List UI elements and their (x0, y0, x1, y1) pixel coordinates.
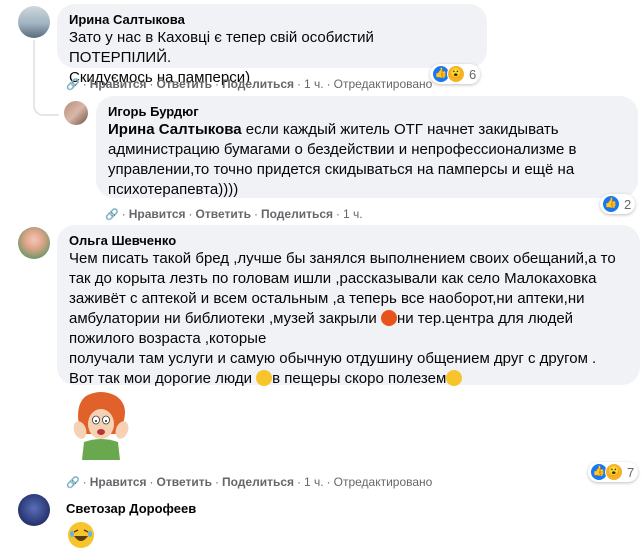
timestamp[interactable]: 1 ч. (343, 207, 363, 221)
link-icon: 🔗 (105, 209, 119, 221)
laughing-emoji-icon (68, 522, 94, 548)
comment-text-line: Вот так мои дорогие люди в пещеры скоро … (69, 369, 628, 389)
share-button[interactable]: Поделиться (261, 207, 333, 221)
share-button[interactable]: Поделиться (222, 475, 294, 489)
comment-text-line: Зато у нас в Каховці є тепер свій особис… (69, 29, 374, 66)
edited-label: Отредактировано (333, 77, 433, 91)
comment-author[interactable]: Игорь Бурдюг (108, 104, 626, 120)
reaction-summary[interactable]: 👍 😮 6 (430, 64, 481, 84)
laughing-face-icon (69, 523, 93, 547)
thinking-emoji-icon (446, 370, 463, 386)
comment-bubble: Ирина Салтыкова Зато у нас в Каховці є т… (57, 4, 487, 86)
link-icon: 🔗 (66, 79, 80, 91)
thread-connector (33, 40, 59, 116)
comment-text-line: так до корыта лезть по головам ишли ,рас… (69, 270, 597, 287)
reaction-count: 2 (624, 196, 632, 212)
comment-actions: 🔗 · Нравится · Ответить · Поделиться · 1 ч. · Отре… (66, 475, 433, 489)
like-button[interactable]: Нравится (90, 475, 147, 489)
lois-sticker-icon (73, 392, 129, 460)
wow-icon: 😮 (605, 463, 623, 481)
reaction-summary[interactable]: 👍 😮 7 (588, 462, 639, 482)
comment-bubble: Игорь Бурдюг Ирина Салтыкова если каждый… (96, 96, 638, 198)
reply-button[interactable]: Ответить (157, 475, 212, 489)
comment-actions: 🔗 · Нравится · Ответить · Поделиться · 1 ч. (105, 207, 363, 221)
comment-author[interactable]: Ольга Шевченко (69, 233, 628, 249)
comment-text-line: амбулатории ни библиотеки ,музей закрыли… (69, 310, 574, 327)
timestamp[interactable]: 1 ч. (304, 475, 324, 489)
comment-text-line: Чем писать такой бред ,лучше бы занялся … (69, 250, 616, 267)
share-button[interactable]: Поделиться (222, 77, 294, 91)
comment-text-line: заживёт с аптекой и всем остальным ,а те… (69, 290, 585, 307)
wow-icon: 😮 (447, 65, 465, 83)
reply-button[interactable]: Ответить (196, 207, 251, 221)
avatar[interactable] (18, 6, 50, 38)
timestamp[interactable]: 1 ч. (304, 77, 324, 91)
avatar[interactable] (64, 101, 88, 125)
reply-button[interactable]: Ответить (157, 77, 212, 91)
comment-bubble: Ольга Шевченко Чем писать такой бред ,лу… (57, 225, 640, 387)
like-button[interactable]: Нравится (129, 207, 186, 221)
comment-text-line: психотерапевта)))) (108, 181, 239, 198)
reaction-summary[interactable]: 👍 2 (600, 194, 636, 214)
reaction-count: 7 (627, 464, 635, 480)
comment-text-line: Ирина Салтыкова если каждый житель ОТГ н… (108, 121, 559, 138)
comment-text-line: получали там услуги и самую обычную отду… (69, 350, 597, 367)
grimace-emoji-icon (256, 370, 273, 386)
sticker[interactable] (66, 390, 136, 460)
comment-actions: 🔗 · Нравится · Ответить · Поделиться · 1 ч. · Отре… (66, 77, 433, 91)
like-icon: 👍 (602, 195, 620, 213)
avatar[interactable] (18, 227, 50, 259)
edited-label: Отредактировано (333, 475, 433, 489)
link-icon: 🔗 (66, 477, 80, 489)
comment-author[interactable]: Ирина Салтыкова (69, 12, 475, 28)
comment-text-line: пожилого возраста ,которые (69, 330, 267, 347)
mention-link[interactable]: Ирина Салтыкова (108, 121, 242, 138)
comment-text-line: администрацию бумагами о бездействии и н… (108, 141, 577, 158)
comment-author[interactable]: Светозар Дорофеев (66, 501, 196, 517)
like-button[interactable]: Нравится (90, 77, 147, 91)
angry-emoji-icon (380, 310, 397, 326)
reaction-count: 6 (469, 66, 477, 82)
comment-text-line: управлении,то точно придется скидываться… (108, 161, 575, 178)
avatar[interactable] (18, 494, 50, 526)
